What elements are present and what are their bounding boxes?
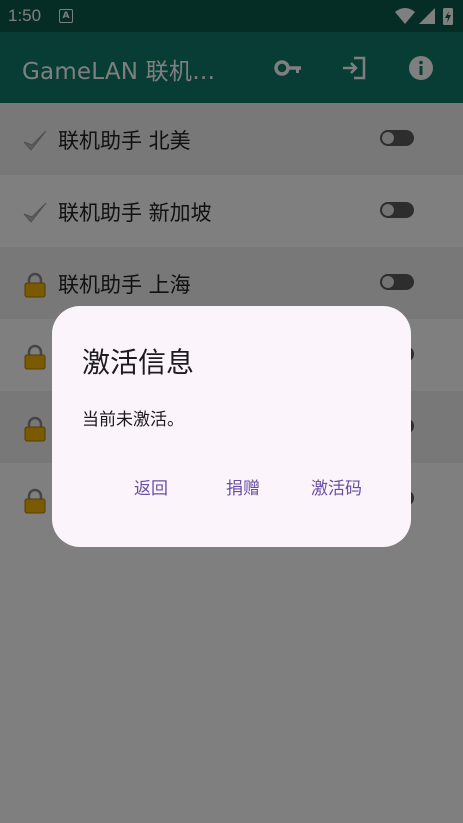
dialog-message: 当前未激活。 (82, 410, 184, 430)
activation-code-button[interactable]: 激活码 (311, 474, 362, 499)
back-button[interactable]: 返回 (134, 474, 168, 499)
activation-dialog: 激活信息 当前未激活。 返回 捐赠 激活码 (52, 306, 411, 547)
donate-button[interactable]: 捐赠 (226, 474, 260, 499)
dialog-title: 激活信息 (82, 346, 195, 379)
